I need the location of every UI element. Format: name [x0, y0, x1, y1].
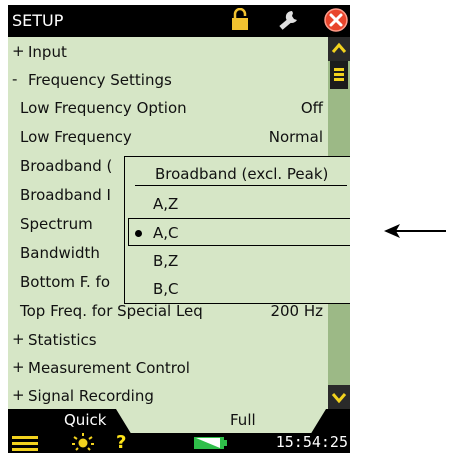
- list-item-label: Bandwidth: [20, 244, 100, 262]
- expander[interactable]: +: [12, 386, 25, 404]
- chevron-up-icon: [331, 42, 347, 53]
- option-label: B,Z: [153, 252, 179, 270]
- popup-title: Broadband (excl. Peak): [155, 165, 329, 183]
- list-item-low-frequency[interactable]: Low Frequency Normal: [8, 124, 328, 150]
- list-item-label: Broadband (: [20, 157, 113, 175]
- list-item-low-frequency-option[interactable]: Low Frequency Option Off: [8, 95, 328, 121]
- expander[interactable]: +: [12, 42, 25, 60]
- list-item-label: Broadband I: [20, 186, 111, 204]
- scroll-thumb[interactable]: [330, 61, 348, 89]
- list-item-label: Frequency Settings: [28, 71, 172, 89]
- list-item-statistics[interactable]: + Statistics: [8, 327, 328, 353]
- clock: 15:54:25: [275, 433, 348, 451]
- status-bar: ? 15:54:25: [8, 432, 350, 453]
- tab-bar: Quick Full: [8, 409, 350, 433]
- tab-full[interactable]: Full: [230, 411, 256, 429]
- list-item-label: Low Frequency Option: [20, 99, 187, 117]
- device-screen: SETUP + Input - Frequency Settings Low F…: [8, 5, 350, 453]
- list-item-measurement-control[interactable]: + Measurement Control: [8, 355, 328, 381]
- list-item-label: Top Freq. for Special Leq: [20, 302, 203, 320]
- list-item-signal-recording[interactable]: + Signal Recording: [8, 383, 328, 409]
- selected-bullet-icon: [135, 230, 142, 237]
- close-icon[interactable]: [324, 8, 348, 36]
- list-item-input[interactable]: + Input: [8, 39, 328, 65]
- help-icon[interactable]: ?: [116, 432, 126, 453]
- list-item-label: Input: [28, 43, 67, 61]
- option-label: A,Z: [153, 195, 179, 213]
- grip-icon: [334, 68, 344, 81]
- list-item-frequency-settings[interactable]: - Frequency Settings: [8, 67, 328, 93]
- list-item-value: Normal: [268, 128, 323, 146]
- screen-title: SETUP: [12, 11, 64, 30]
- list-item-label: Measurement Control: [28, 359, 190, 377]
- list-item-label: Signal Recording: [28, 387, 154, 405]
- list-item-label: Bottom F. fo: [20, 273, 110, 291]
- menu-icon[interactable]: [12, 435, 38, 453]
- tab-quick[interactable]: Quick: [64, 411, 106, 429]
- lock-icon[interactable]: [230, 7, 250, 36]
- expander[interactable]: +: [12, 358, 25, 376]
- list-item-value: 200 Hz: [270, 302, 323, 320]
- expander[interactable]: +: [12, 330, 25, 348]
- light-icon[interactable]: [72, 433, 94, 453]
- option-label: B,C: [153, 280, 179, 298]
- battery-icon: [194, 435, 228, 453]
- title-bar: SETUP: [8, 5, 350, 37]
- option-label: A,C: [153, 224, 179, 242]
- tab-full-background: [116, 409, 326, 433]
- option-a-c[interactable]: A,C: [128, 218, 350, 246]
- wrench-icon[interactable]: [276, 8, 302, 38]
- scroll-up-button[interactable]: [328, 37, 350, 61]
- option-a-z[interactable]: A,Z: [125, 190, 350, 218]
- pointer-arrow-icon: [384, 224, 446, 238]
- popup-divider: [135, 185, 347, 186]
- list-item-label: Spectrum: [20, 215, 93, 233]
- list-item-label: Low Frequency: [20, 128, 132, 146]
- broadband-popup: Broadband (excl. Peak) A,Z A,C B,Z B,C: [124, 156, 350, 304]
- list-item-label: Statistics: [28, 331, 97, 349]
- option-b-c[interactable]: B,C: [125, 275, 350, 303]
- expander[interactable]: -: [12, 70, 17, 88]
- list-item-value: Off: [300, 99, 323, 117]
- chevron-down-icon: [331, 393, 347, 404]
- scroll-down-button[interactable]: [328, 385, 350, 409]
- option-b-z[interactable]: B,Z: [125, 247, 350, 275]
